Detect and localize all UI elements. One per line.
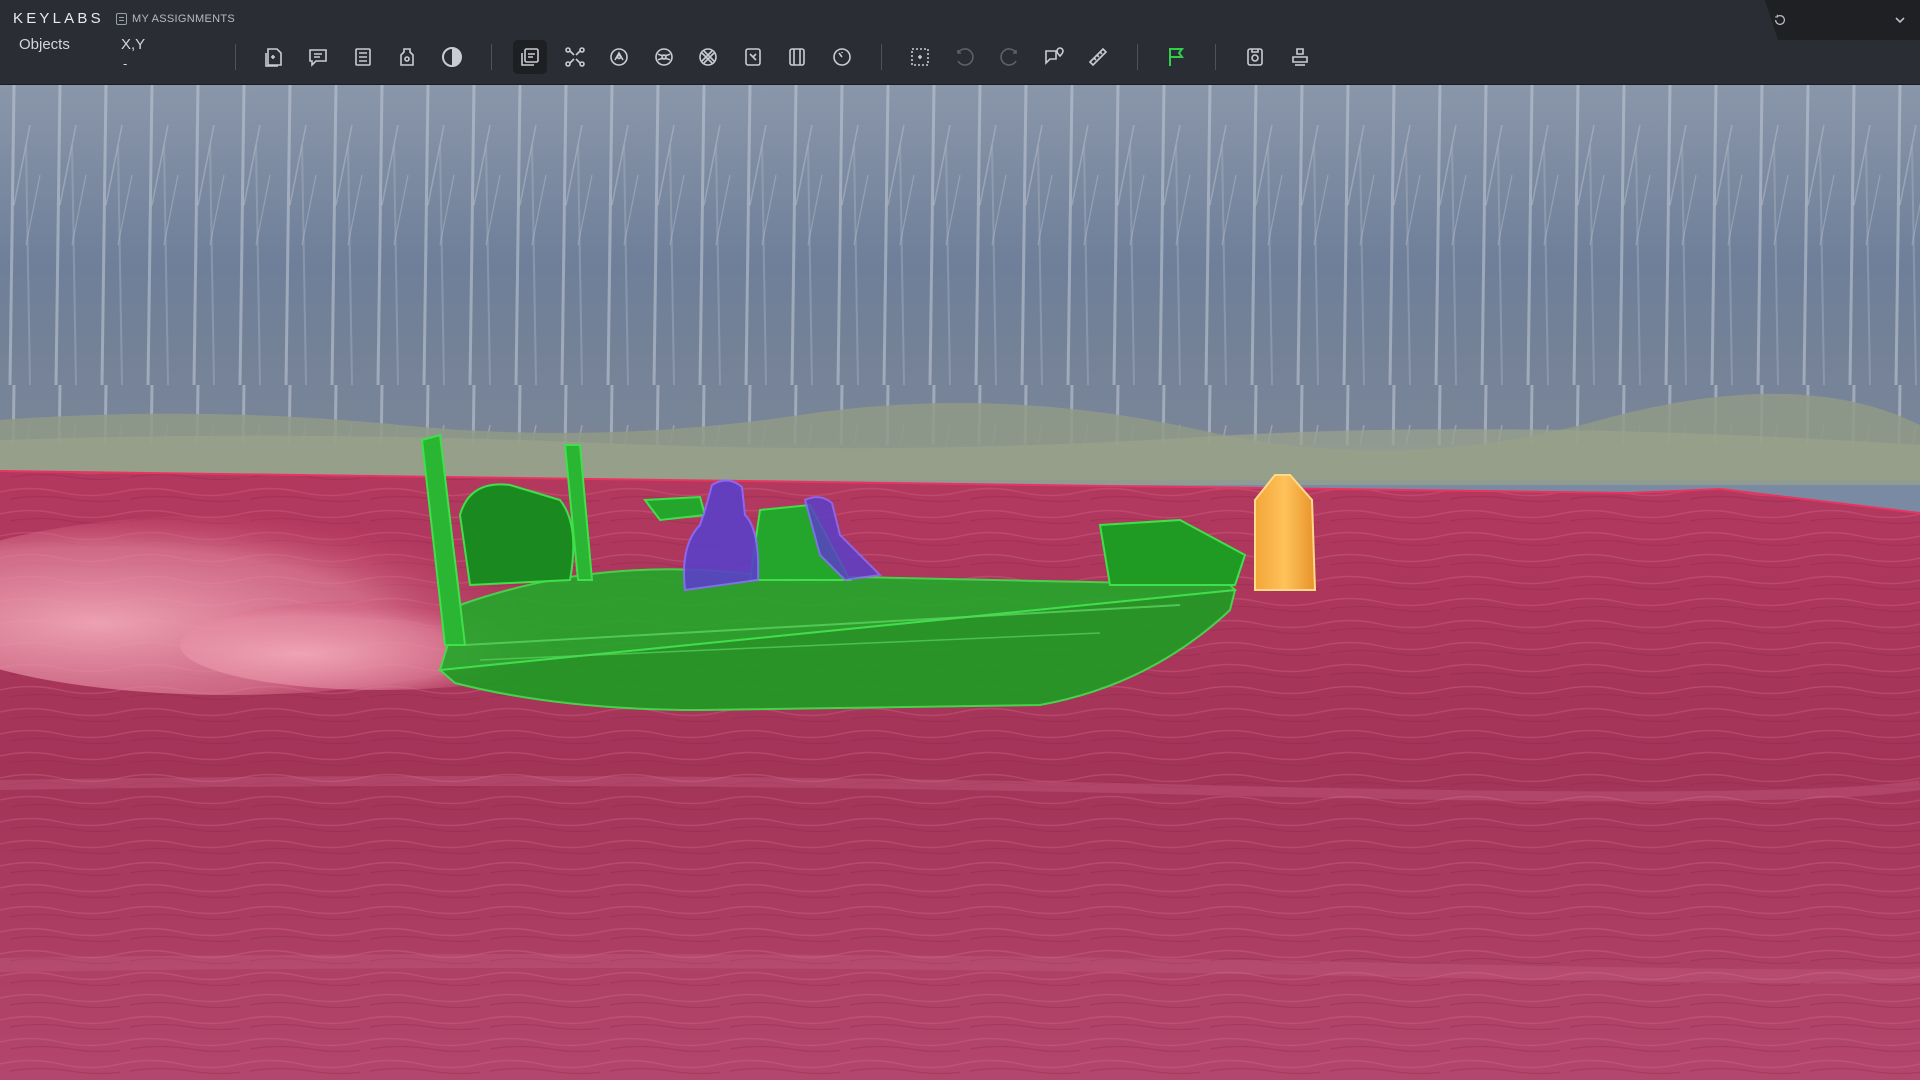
- stamp-icon: [1292, 48, 1308, 66]
- top-toolbar: KEYLABS MY ASSIGNMENTS Objects X,Y -: [0, 0, 1920, 85]
- panel-dropdown-button[interactable]: [1890, 10, 1910, 30]
- timer-icon: [833, 48, 851, 66]
- smart-segment-button[interactable]: [602, 40, 636, 74]
- comment-pin-icon: [1045, 47, 1064, 65]
- ruler-icon: [1088, 47, 1108, 67]
- save-button[interactable]: [1238, 40, 1272, 74]
- timer-button[interactable]: [825, 40, 859, 74]
- contrast-icon: [442, 47, 462, 67]
- tag-icon: [400, 48, 414, 66]
- frame-button[interactable]: [780, 40, 814, 74]
- ruler-button[interactable]: [1081, 40, 1115, 74]
- toolbar-divider: [1215, 44, 1216, 70]
- history-icon: [1775, 14, 1785, 25]
- select-region-icon: [911, 48, 929, 66]
- layers-icon: [521, 48, 539, 66]
- objects-panel-button[interactable]: [257, 40, 291, 74]
- attributes-list-button[interactable]: [346, 40, 380, 74]
- flag-icon: [1169, 48, 1184, 66]
- auto-annotate-button[interactable]: [736, 40, 770, 74]
- buoy-mask: [1254, 474, 1317, 591]
- redo-button[interactable]: [992, 40, 1026, 74]
- flag-button[interactable]: [1159, 40, 1193, 74]
- annotation-canvas[interactable]: [0, 85, 1920, 1080]
- select-region-button[interactable]: [903, 40, 937, 74]
- toolbar-divider: [235, 44, 236, 70]
- layers-button[interactable]: [513, 40, 547, 74]
- objects-panel-icon: [265, 48, 282, 67]
- mask-button[interactable]: [647, 40, 681, 74]
- smart-segment-icon: [610, 48, 628, 66]
- boat-annotation-image: [0, 85, 1920, 1080]
- auto-annotate-icon: [745, 48, 761, 66]
- polygon-points-button[interactable]: [558, 40, 592, 74]
- comments-button[interactable]: [301, 40, 335, 74]
- tool-group: [0, 0, 1920, 85]
- mask-icon: [655, 48, 673, 66]
- attributes-list-icon: [355, 48, 371, 66]
- undo-button[interactable]: [948, 40, 982, 74]
- comment-pin-button[interactable]: [1037, 40, 1071, 74]
- hatch-icon: [699, 48, 717, 66]
- polygon-points-icon: [565, 47, 585, 67]
- history-button[interactable]: [1770, 10, 1790, 30]
- toolbar-divider: [491, 44, 492, 70]
- toolbar-divider: [881, 44, 882, 70]
- comments-icon: [309, 49, 327, 67]
- hatch-button[interactable]: [691, 40, 725, 74]
- toolbar-divider: [1137, 44, 1138, 70]
- contrast-button[interactable]: [435, 40, 469, 74]
- undo-icon: [957, 48, 974, 66]
- tag-button[interactable]: [390, 40, 424, 74]
- redo-icon: [1000, 48, 1017, 66]
- save-icon: [1247, 48, 1263, 66]
- frame-icon: [789, 48, 805, 66]
- stamp-button[interactable]: [1283, 40, 1317, 74]
- chevron-down-icon: [1895, 17, 1905, 24]
